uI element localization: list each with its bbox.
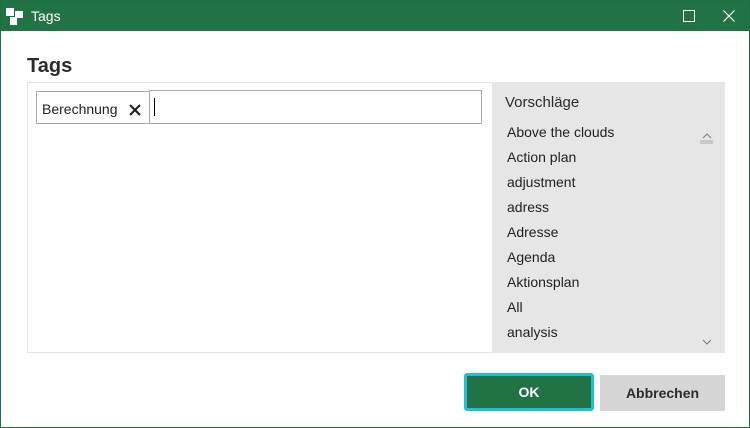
title-bar[interactable]: Tags (1, 1, 749, 31)
scroll-down-icon[interactable] (702, 332, 712, 350)
tag-chip: Berechnung (36, 91, 150, 124)
text-caret (154, 98, 155, 116)
list-item[interactable]: analysis (507, 321, 697, 346)
suggestions-list[interactable]: Above the clouds Action plan adjustment … (507, 121, 697, 346)
list-item[interactable]: All (507, 296, 697, 321)
page-title: Tags (27, 55, 73, 77)
tags-dialog: Tags Tags Berechnung Vorschläge Above th… (0, 0, 750, 428)
maximize-icon (683, 10, 695, 22)
list-item[interactable]: Action plan (507, 146, 697, 171)
remove-tag-icon[interactable] (129, 103, 141, 116)
suggestions-title: Vorschläge (505, 94, 580, 111)
cancel-button[interactable]: Abbrechen (600, 375, 725, 411)
close-button[interactable] (709, 1, 749, 31)
ok-button[interactable]: OK (464, 373, 594, 411)
maximize-button[interactable] (669, 1, 709, 31)
scrollbar-thumb[interactable] (700, 140, 713, 144)
list-item[interactable]: Above the clouds (507, 121, 697, 146)
list-item[interactable]: Aktionsplan (507, 271, 697, 296)
window-title: Tags (31, 8, 61, 24)
tag-input[interactable] (149, 90, 482, 124)
list-item[interactable]: Agenda (507, 246, 697, 271)
suggestions-panel: Vorschläge Above the clouds Action plan … (492, 82, 725, 353)
app-logo-icon (6, 8, 24, 25)
list-item[interactable]: Adresse (507, 221, 697, 246)
close-icon (723, 10, 735, 22)
list-item[interactable]: adress (507, 196, 697, 221)
list-item[interactable]: adjustment (507, 171, 697, 196)
tag-chip-label: Berechnung (42, 101, 118, 117)
tag-editor-panel: Berechnung (27, 82, 493, 353)
